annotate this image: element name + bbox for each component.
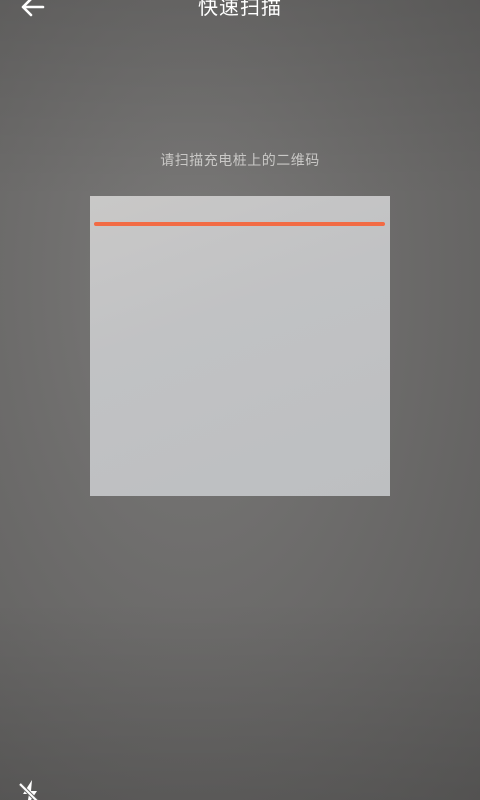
scan-hint: 请扫描充电桩上的二维码: [160, 153, 320, 169]
page-title: 快速扫描: [198, 0, 282, 19]
scanner-screen: 快速扫描 请扫描充电桩上的二维码: [0, 0, 480, 800]
scan-line: [94, 222, 385, 226]
flash-off-icon: [18, 780, 39, 800]
scan-frame: [90, 196, 390, 496]
flash-toggle-button[interactable]: [16, 778, 44, 800]
top-bar: 快速扫描: [0, 0, 480, 24]
